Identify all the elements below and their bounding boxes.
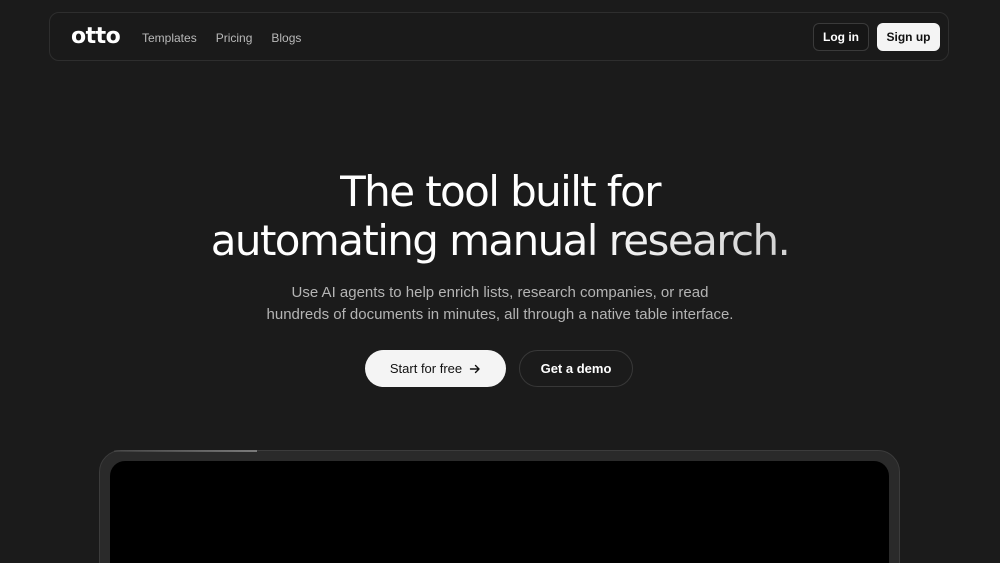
get-a-demo-button[interactable]: Get a demo xyxy=(519,350,633,387)
hero-subtext: Use AI agents to help enrich lists, rese… xyxy=(0,282,1000,326)
nav-link-blogs[interactable]: Blogs xyxy=(271,31,301,45)
product-preview-screen xyxy=(110,461,889,563)
login-button[interactable]: Log in xyxy=(813,23,869,51)
frame-highlight xyxy=(114,450,257,452)
landing-page: otto Templates Pricing Blogs Log in Sign… xyxy=(0,0,1000,563)
nav-link-pricing[interactable]: Pricing xyxy=(216,31,253,45)
signup-button[interactable]: Sign up xyxy=(877,23,940,51)
hero-headline: The tool built for automating manual res… xyxy=(0,167,1000,265)
arrow-right-icon xyxy=(469,364,480,373)
hero-subtext-line-2: hundreds of documents in minutes, all th… xyxy=(266,306,734,323)
otto-logo[interactable]: otto xyxy=(71,24,121,50)
start-for-free-label: Start for free xyxy=(389,361,463,376)
product-preview-frame xyxy=(99,450,900,563)
top-navbar: otto Templates Pricing Blogs Log in Sign… xyxy=(49,12,949,61)
hero-headline-line-1: The tool built for xyxy=(340,167,661,216)
nav-links: Templates Pricing Blogs xyxy=(142,13,301,62)
start-for-free-button[interactable]: Start for free xyxy=(365,350,506,387)
hero-headline-line-2: automating manual research. xyxy=(0,216,1000,265)
hero-subtext-line-1: Use AI agents to help enrich lists, rese… xyxy=(291,284,709,301)
nav-link-templates[interactable]: Templates xyxy=(142,31,197,45)
